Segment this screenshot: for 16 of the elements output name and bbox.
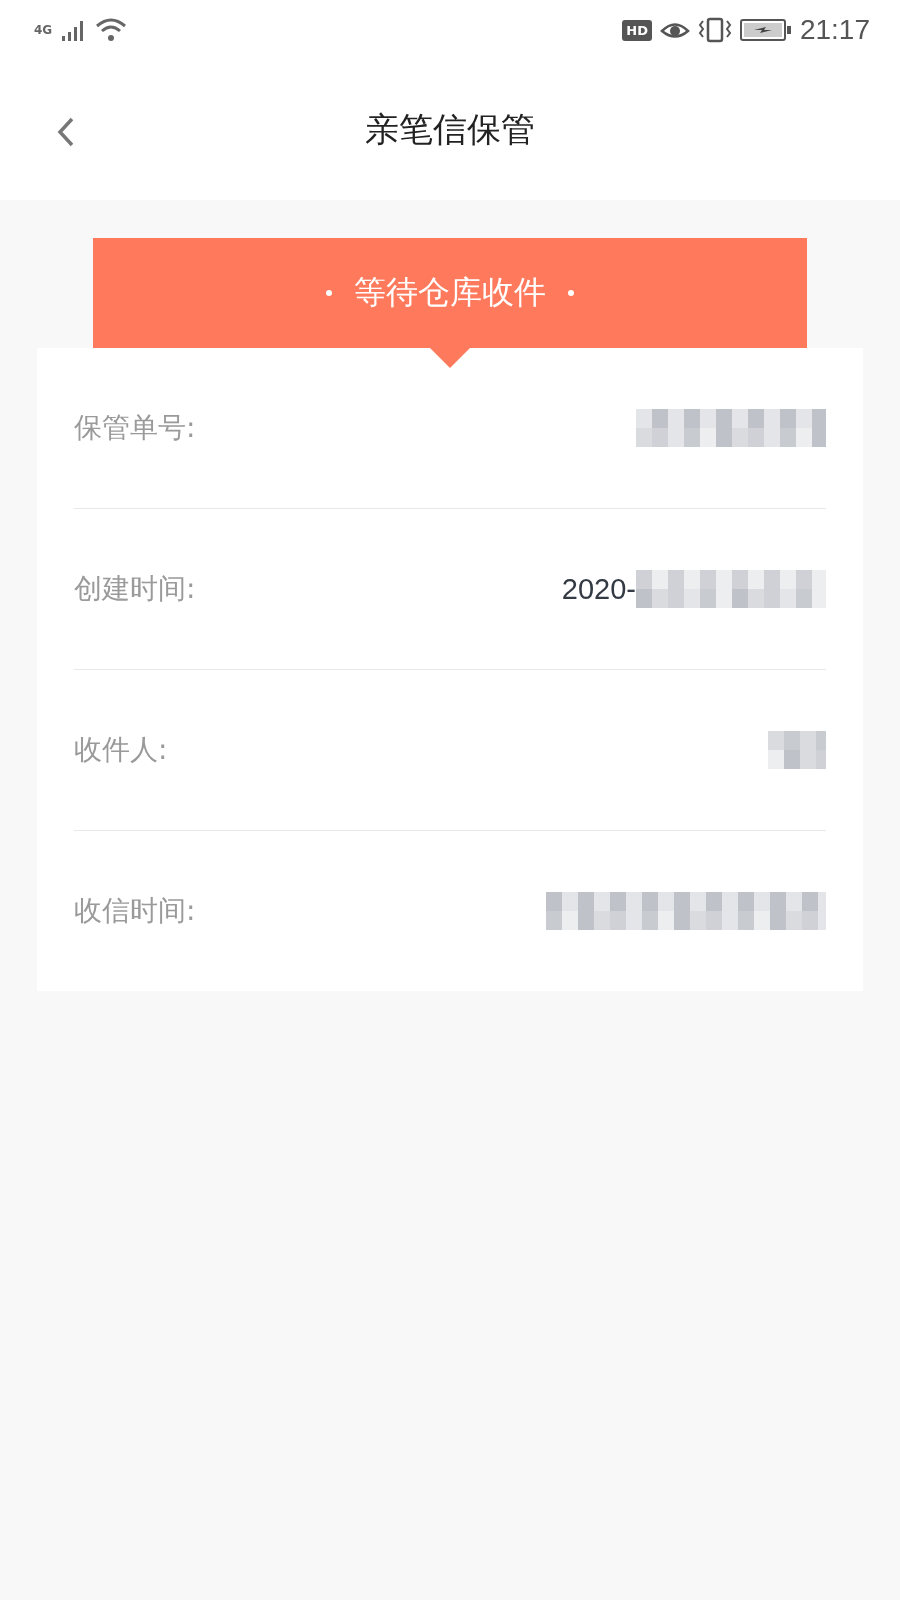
page-title: 亲笔信保管 — [365, 108, 535, 151]
dot-icon — [326, 290, 332, 296]
dot-icon — [568, 290, 574, 296]
battery-icon — [739, 18, 792, 42]
status-text: 等待仓库收件 — [354, 272, 546, 313]
field-value: 2020- — [561, 572, 636, 606]
field-label: 创建时间: — [74, 571, 196, 607]
field-label: 保管单号: — [74, 410, 196, 446]
field-label: 收件人: — [74, 732, 168, 768]
redaction-mask — [768, 731, 826, 769]
field-label: 收信时间: — [74, 893, 196, 929]
back-icon — [56, 116, 76, 148]
hd-badge: HD — [622, 19, 652, 41]
clock-time: 21:17 — [799, 14, 870, 46]
vibrate-icon — [697, 17, 732, 43]
network-type: 4G — [34, 23, 53, 37]
